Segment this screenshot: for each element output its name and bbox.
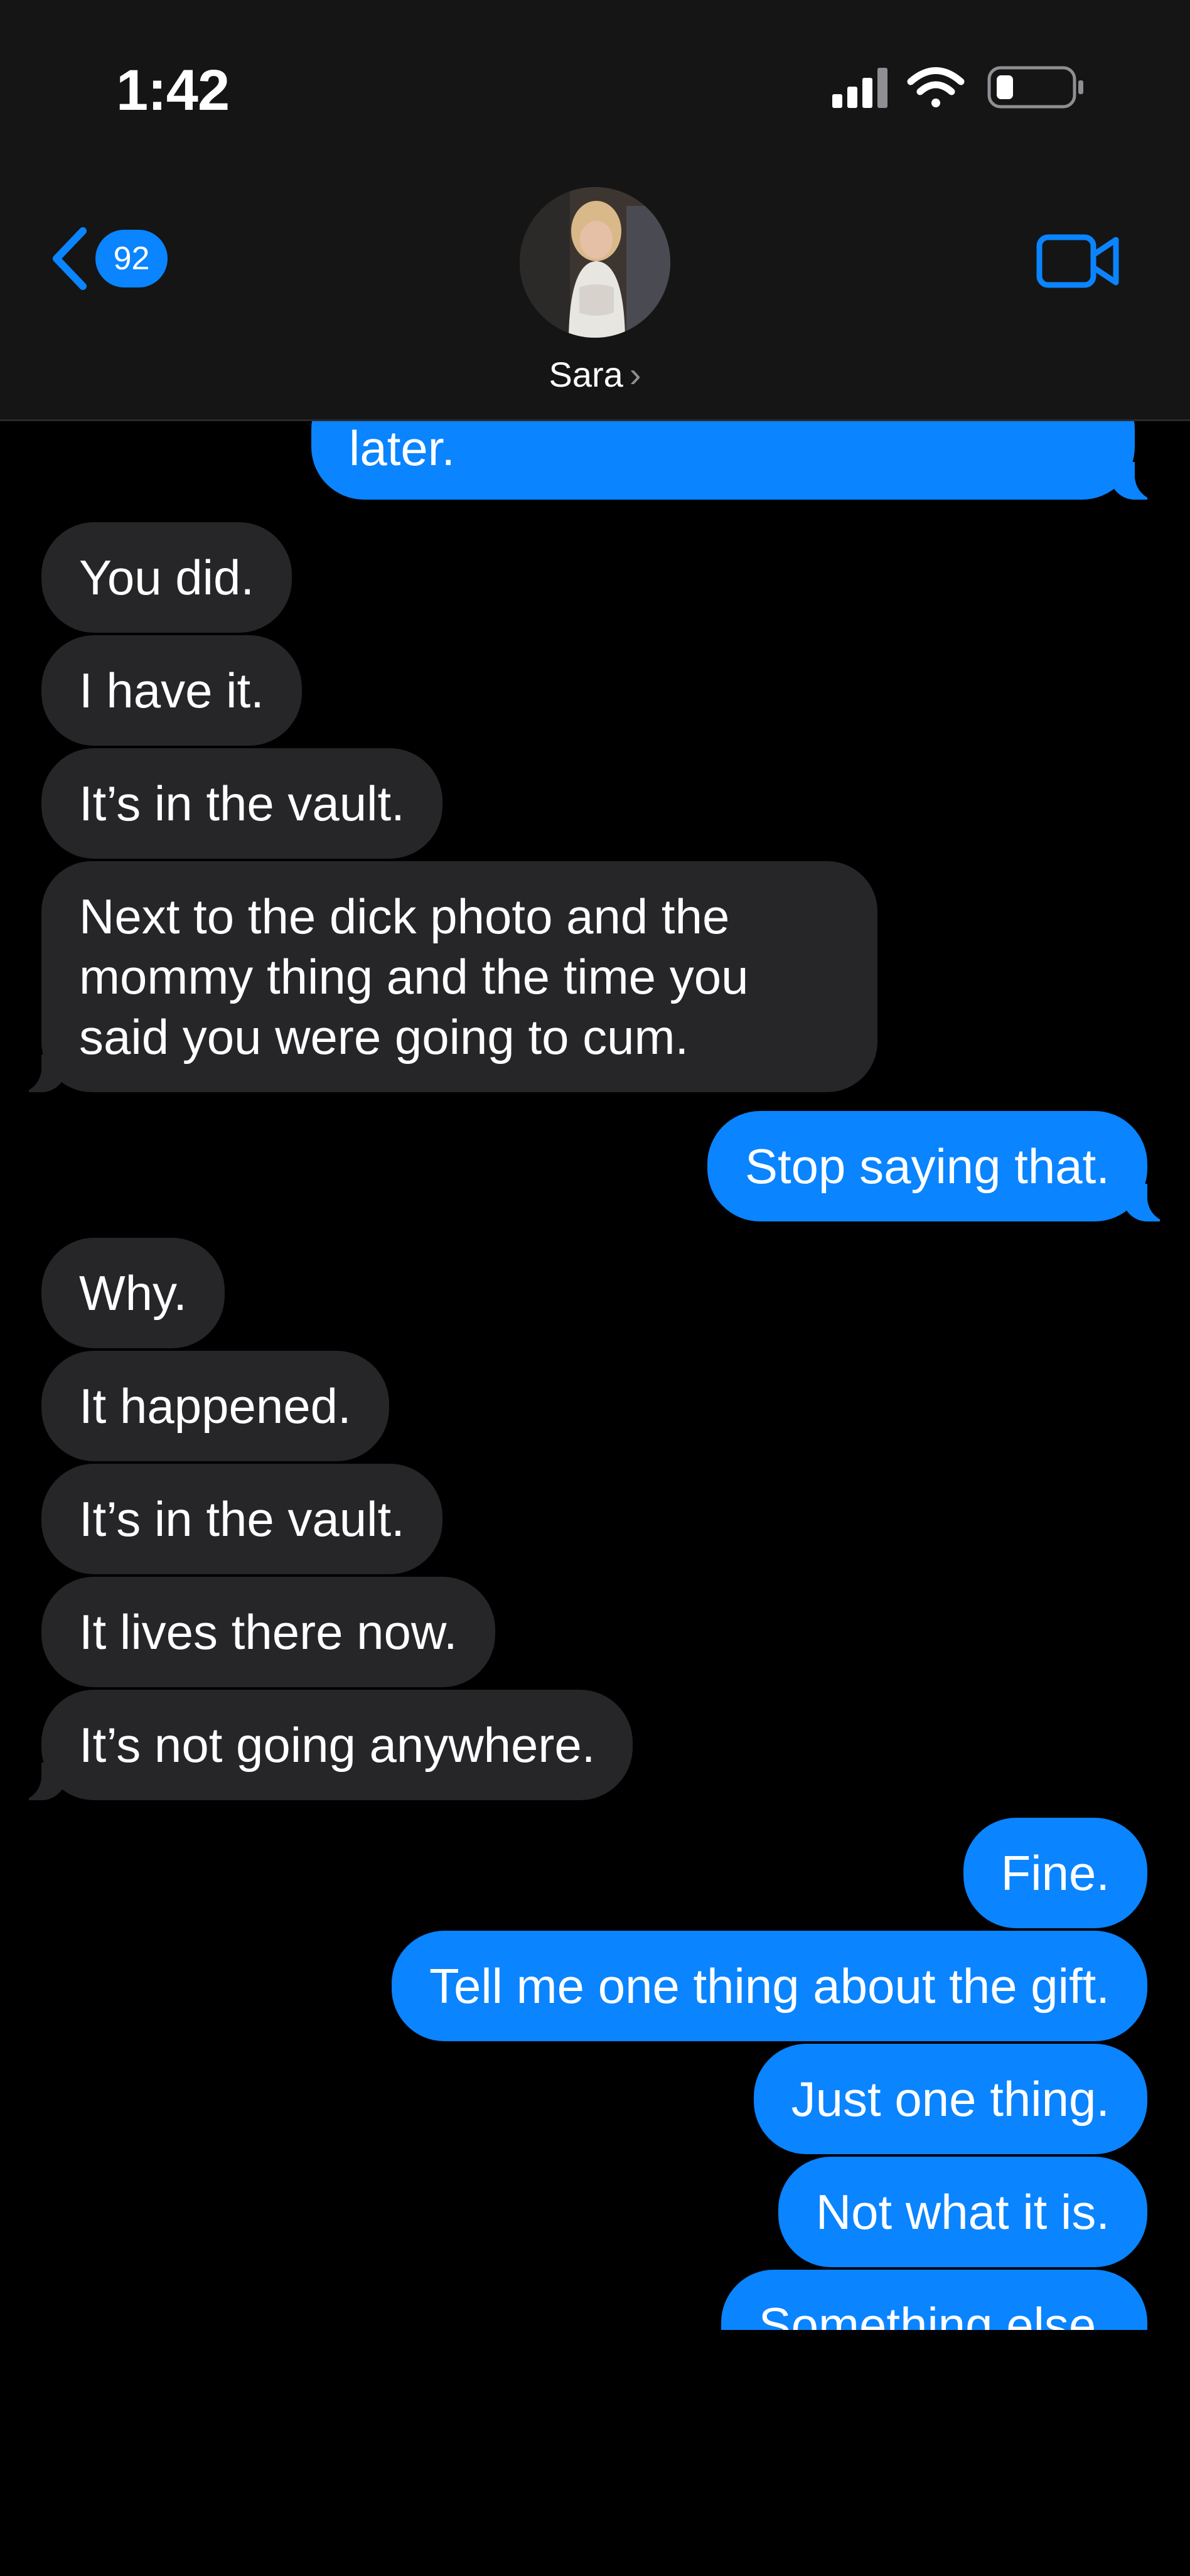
- unread-count-badge: 92: [95, 230, 168, 287]
- status-icons: [832, 63, 1096, 113]
- incoming-message[interactable]: It’s in the vault.: [41, 1464, 442, 1574]
- battery-low-icon: [987, 66, 1083, 109]
- outgoing-message[interactable]: Just one thing.: [753, 2044, 1147, 2154]
- incoming-message[interactable]: I have it.: [41, 635, 302, 746]
- contact-name-button[interactable]: Sara ›: [0, 354, 1190, 395]
- cellular-signal-icon: [832, 68, 887, 108]
- outgoing-message[interactable]: Something else.: [721, 2270, 1147, 2330]
- contact-avatar[interactable]: [520, 187, 670, 338]
- incoming-message[interactable]: It’s not going anywhere.: [16, 1690, 633, 1801]
- outgoing-message[interactable]: Tell me one thing about the gift.: [391, 1931, 1147, 2041]
- chevron-right-icon: ›: [629, 355, 641, 394]
- contact-name: Sara: [549, 355, 623, 394]
- compose-bar: [0, 2330, 1190, 2576]
- incoming-message[interactable]: Next to the dick photo and the mommy thi…: [16, 861, 877, 1093]
- navigation-header: 1:42 92 Sara ›: [0, 0, 1190, 421]
- chevron-left-icon: [53, 227, 87, 290]
- outgoing-message[interactable]: Not what it is.: [778, 2157, 1147, 2267]
- wifi-icon: [907, 67, 965, 107]
- incoming-message[interactable]: It’s in the vault.: [41, 748, 442, 859]
- video-camera-icon: [1036, 234, 1119, 288]
- status-time: 1:42: [116, 58, 230, 122]
- back-button[interactable]: 92: [49, 226, 168, 291]
- incoming-message[interactable]: You did.: [41, 522, 292, 633]
- outgoing-message[interactable]: Stop saying that.: [707, 1111, 1173, 1223]
- incoming-message[interactable]: It lives there now.: [41, 1577, 495, 1687]
- incoming-message[interactable]: Why.: [41, 1238, 225, 1348]
- facetime-video-button[interactable]: [1036, 232, 1121, 293]
- outgoing-message[interactable]: Fine.: [963, 1818, 1147, 1928]
- incoming-message[interactable]: It happened.: [41, 1351, 389, 1461]
